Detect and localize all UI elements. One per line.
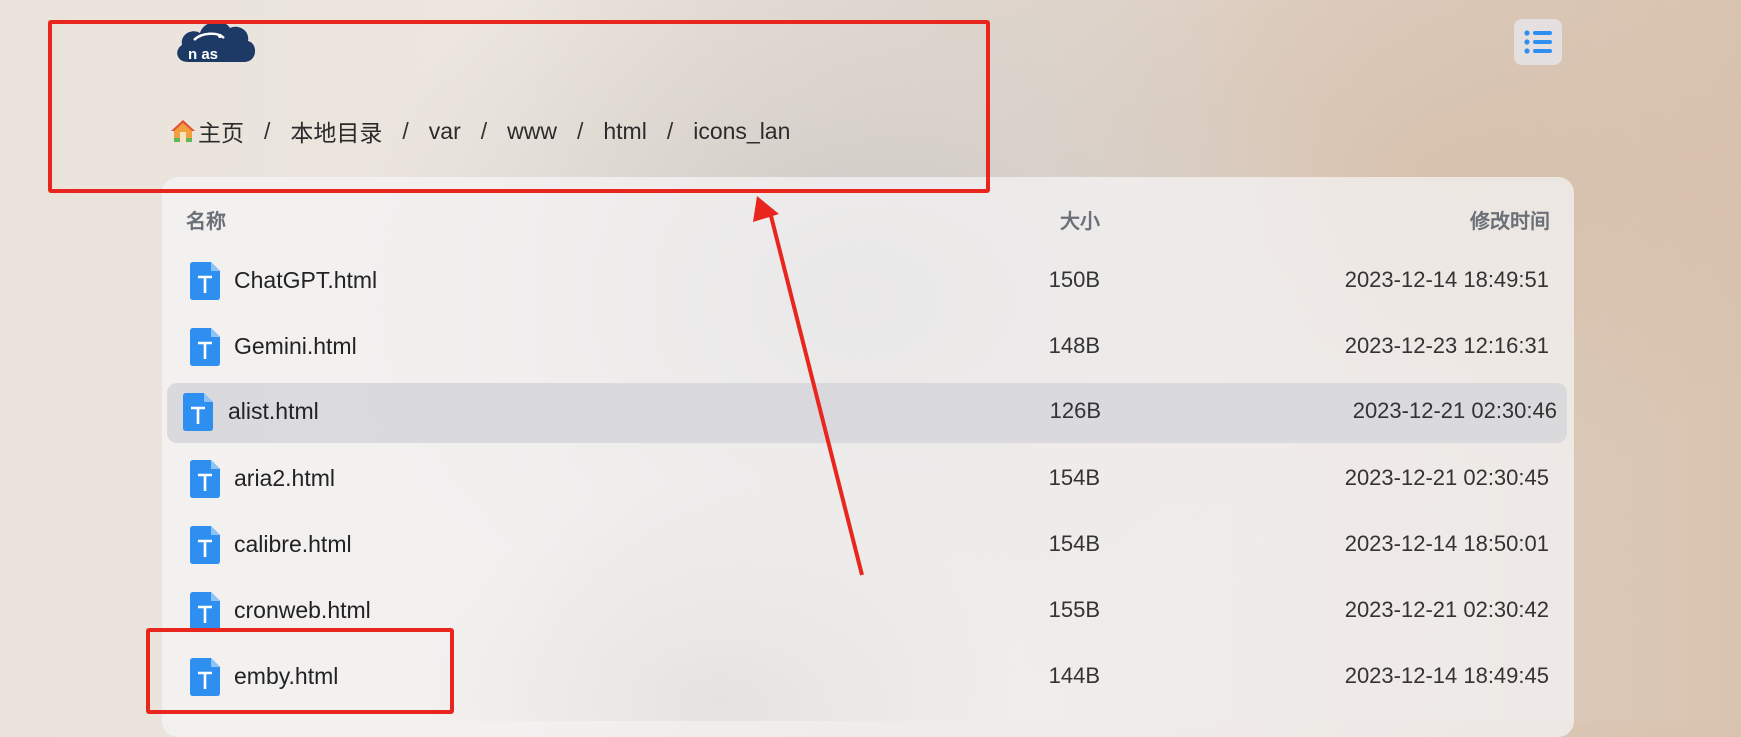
text-file-icon <box>183 393 213 431</box>
text-file-icon <box>190 328 220 366</box>
text-file-icon <box>190 460 220 498</box>
file-name: ChatGPT.html <box>234 267 378 293</box>
column-header-size[interactable]: 大小 <box>1060 205 1100 234</box>
file-size: 155B <box>1048 597 1100 622</box>
text-file-icon <box>190 526 220 564</box>
file-modified: 2023-12-23 12:16:31 <box>1344 333 1549 358</box>
file-row-hovered[interactable]: alist.html 126B 2023-12-21 02:30:46 <box>167 383 1567 443</box>
file-size: 144B <box>1048 663 1100 688</box>
file-size: 154B <box>1048 531 1100 556</box>
file-modified: 2023-12-21 02:30:45 <box>1344 465 1549 490</box>
file-name: calibre.html <box>234 531 352 557</box>
file-row[interactable]: Gemini.html 148B 2023-12-23 12:16:31 <box>176 318 1574 378</box>
file-modified: 2023-12-14 18:50:01 <box>1344 531 1549 556</box>
annotation-box-emby <box>146 628 454 714</box>
file-modified: 2023-12-21 02:30:42 <box>1344 597 1549 622</box>
list-icon <box>1524 30 1552 54</box>
file-size: 154B <box>1048 465 1100 490</box>
column-header-name[interactable]: 名称 <box>186 205 226 234</box>
file-name: Gemini.html <box>234 333 357 359</box>
file-modified: 2023-12-14 18:49:51 <box>1344 267 1549 292</box>
file-size: 150B <box>1048 267 1100 292</box>
file-modified: 2023-12-21 02:30:46 <box>1352 398 1557 423</box>
text-file-icon <box>190 262 220 300</box>
file-name: alist.html <box>228 398 319 424</box>
menu-button[interactable] <box>1514 19 1562 65</box>
file-name: cronweb.html <box>234 597 371 623</box>
file-modified: 2023-12-14 18:49:45 <box>1344 663 1549 688</box>
annotation-box-breadcrumb <box>48 20 990 193</box>
column-header-modified[interactable]: 修改时间 <box>1470 205 1550 234</box>
file-row[interactable]: aria2.html 154B 2023-12-21 02:30:45 <box>176 450 1574 510</box>
file-size: 126B <box>1049 398 1101 423</box>
file-size: 148B <box>1048 333 1100 358</box>
file-row[interactable]: ChatGPT.html 150B 2023-12-14 18:49:51 <box>176 252 1574 312</box>
file-row[interactable]: calibre.html 154B 2023-12-14 18:50:01 <box>176 516 1574 576</box>
file-name: aria2.html <box>234 465 335 491</box>
text-file-icon <box>190 592 220 630</box>
